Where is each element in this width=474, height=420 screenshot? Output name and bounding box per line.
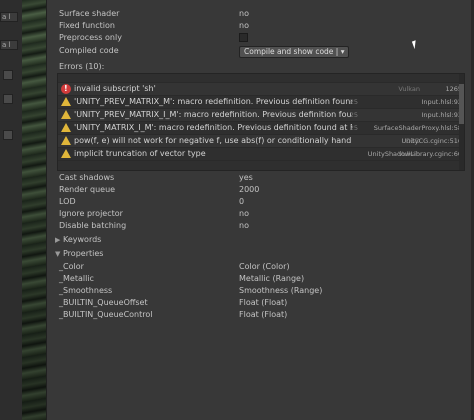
errors-header: Errors (10): <box>59 62 105 71</box>
warning-icon <box>61 97 71 106</box>
warning-message: 'UNITY_MATRIX_I_M': macro redefinition. … <box>74 123 352 132</box>
warning-location: SurfaceShaderProxy.hlsl:58 <box>373 124 462 132</box>
row-value: no <box>239 21 249 30</box>
left-mini-button[interactable] <box>3 130 13 140</box>
property-row: _Metallic Metallic (Range) <box>59 273 471 285</box>
row-label: Disable batching <box>59 221 127 230</box>
warning-location: UnityShadowLibrary.cginc:60 <box>367 150 462 158</box>
foldout-label: Properties <box>63 249 104 258</box>
property-row: _Smoothness Smoothness (Range) <box>59 285 471 297</box>
warning-row[interactable]: 'UNITY_PREV_MATRIX_M': macro redefinitio… <box>58 96 464 109</box>
warning-num: 25 <box>349 111 358 119</box>
properties-foldout[interactable]: ▼ Properties <box>55 248 103 260</box>
warning-icon <box>61 123 71 132</box>
row-label: Compiled code <box>59 46 119 55</box>
compile-and-show-code-button[interactable]: Compile and show code | ▾ <box>239 46 350 58</box>
property-name: _Metallic <box>59 274 94 283</box>
preprocess-only-row: Preprocess only <box>59 32 471 44</box>
warning-num: 25 <box>349 98 358 106</box>
errors-scrollbar[interactable] <box>459 74 464 170</box>
keywords-foldout[interactable]: ▶ Keywords <box>55 234 101 246</box>
preprocess-only-checkbox[interactable] <box>239 33 248 42</box>
error-row[interactable]: invalid subscript 'sh' Vulkan 1265 <box>58 83 464 96</box>
warning-location: UnityCG.cginc:516 <box>401 137 462 145</box>
render-queue-row: Render queue 2000 <box>59 184 471 196</box>
property-type: Color (Color) <box>239 262 290 271</box>
warning-row[interactable]: implicit truncation of vector type Vulka… <box>58 148 464 161</box>
property-type: Metallic (Range) <box>239 274 305 283</box>
error-message: invalid subscript 'sh' <box>74 84 156 93</box>
row-value: 2000 <box>239 185 260 194</box>
clipped-row <box>58 74 464 83</box>
fixed-function-row: Fixed function no <box>59 20 471 32</box>
left-mini-button[interactable] <box>3 94 13 104</box>
errors-list[interactable]: invalid subscript 'sh' Vulkan 1265 'UNIT… <box>57 73 465 171</box>
row-value: 0 <box>239 197 245 206</box>
property-name: _Color <box>59 262 84 271</box>
scrollbar-thumb[interactable] <box>459 84 464 124</box>
warning-num: 25 <box>349 124 358 132</box>
warning-row[interactable]: 'UNITY_MATRIX_I_M': macro redefinition. … <box>58 122 464 135</box>
property-name: _BUILTIN_QueueOffset <box>59 298 148 307</box>
left-tag[interactable]: a l <box>0 12 18 22</box>
row-value: no <box>239 221 249 230</box>
property-type: Float (Float) <box>239 310 288 319</box>
cast-shadows-row: Cast shadows yes <box>59 172 471 184</box>
foldout-label: Keywords <box>63 235 102 244</box>
warning-message: implicit truncation of vector type <box>74 149 206 158</box>
left-panel: a l a l <box>0 0 23 420</box>
row-label: Cast shadows <box>59 173 115 182</box>
foldout-arrow-icon: ▶ <box>55 236 61 244</box>
property-row: _BUILTIN_QueueOffset Float (Float) <box>59 297 471 309</box>
left-mini-button[interactable] <box>3 70 13 80</box>
ignore-projector-row: Ignore projector no <box>59 208 471 220</box>
property-type: Smoothness (Range) <box>239 286 323 295</box>
property-type: Float (Float) <box>239 298 288 307</box>
surface-shader-row: Surface shader no <box>59 8 471 20</box>
warning-message: 'UNITY_PREV_MATRIX_I_M': macro redefinit… <box>74 110 352 119</box>
left-tag[interactable]: a l <box>0 40 18 50</box>
warning-icon <box>61 110 71 119</box>
property-name: _Smoothness <box>59 286 113 295</box>
warning-message: 'UNITY_PREV_MATRIX_M': macro redefinitio… <box>74 97 352 106</box>
row-value: yes <box>239 173 253 182</box>
warning-row[interactable]: pow(f, e) will not work for negative f, … <box>58 135 464 148</box>
row-value: no <box>239 9 249 18</box>
property-row: _BUILTIN_QueueControl Float (Float) <box>59 309 471 321</box>
compiled-code-row: Compiled code Compile and show code | ▾ <box>59 45 471 58</box>
foldout-arrow-icon: ▼ <box>55 250 61 258</box>
row-label: LOD <box>59 197 76 206</box>
error-icon <box>61 83 71 95</box>
row-label: Ignore projector <box>59 209 123 218</box>
property-row: _Color Color (Color) <box>59 261 471 273</box>
row-label: Preprocess only <box>59 33 122 42</box>
row-label: Surface shader <box>59 9 120 18</box>
property-name: _BUILTIN_QueueControl <box>59 310 153 319</box>
disable-batching-row: Disable batching no <box>59 220 471 232</box>
row-label: Fixed function <box>59 21 115 30</box>
warning-icon <box>61 149 71 158</box>
error-platform: Vulkan <box>398 85 420 93</box>
warning-message: pow(f, e) will not work for negative f, … <box>74 136 352 145</box>
row-label: Render queue <box>59 185 116 194</box>
warning-location: Input.hlsl:92 <box>421 98 462 106</box>
row-value: no <box>239 209 249 218</box>
warning-row[interactable]: 'UNITY_PREV_MATRIX_I_M': macro redefinit… <box>58 109 464 122</box>
lod-row: LOD 0 <box>59 196 471 208</box>
warning-icon <box>61 136 71 145</box>
shader-inspector: Surface shader no Fixed function no Prep… <box>47 0 471 420</box>
warning-location: Input.hlsl:93 <box>421 111 462 119</box>
scene-view-strip <box>22 0 47 420</box>
